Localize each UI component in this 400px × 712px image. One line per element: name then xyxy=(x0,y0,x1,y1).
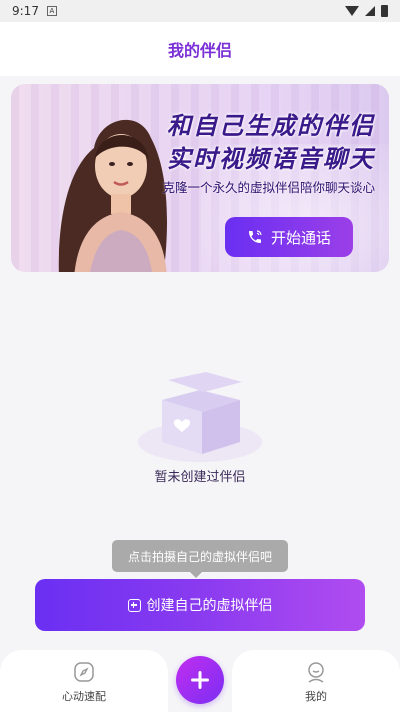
start-call-button[interactable]: 开始通话 xyxy=(225,217,353,257)
plus-icon xyxy=(191,671,209,689)
create-companion-button[interactable]: 创建自己的虚拟伴侣 xyxy=(35,579,365,631)
compass-icon xyxy=(74,662,94,682)
battery-icon xyxy=(381,5,388,17)
add-companion-fab[interactable] xyxy=(176,656,224,704)
tab-mine-label: 我的 xyxy=(305,690,327,703)
status-time: 9:17 xyxy=(12,4,39,18)
tab-heart-match-label: 心动速配 xyxy=(62,690,106,703)
banner-subtitle: 克隆一个永久的虚拟伴侣陪你聊天谈心 xyxy=(162,180,375,195)
plus-square-icon xyxy=(127,598,141,612)
phone-icon xyxy=(248,230,262,243)
empty-box-icon xyxy=(138,372,262,462)
tab-heart-match[interactable]: 心动速配 xyxy=(0,650,168,712)
start-call-label: 开始通话 xyxy=(270,228,331,247)
app-notification-icon: A xyxy=(46,6,57,16)
status-icons xyxy=(345,5,388,17)
page-title: 我的伴侣 xyxy=(167,41,232,60)
status-bar: 9:17 A xyxy=(0,0,400,22)
signal-icon xyxy=(365,6,375,16)
create-tooltip: 点击拍摄自己的虚拟伴侣吧 xyxy=(112,540,288,578)
banner-headline-2: 实时视频语音聊天 xyxy=(167,145,375,173)
wifi-icon xyxy=(345,6,359,16)
tab-mine[interactable]: 我的 xyxy=(232,650,400,712)
create-companion-label: 创建自己的虚拟伴侣 xyxy=(146,598,273,614)
profile-icon xyxy=(308,662,324,683)
promo-banner[interactable]: 和自己生成的伴侣 实时视频语音聊天 克隆一个永久的虚拟伴侣陪你聊天谈心 开始通话 xyxy=(11,84,389,272)
header: 我的伴侣 xyxy=(0,22,400,76)
banner-headline-1: 和自己生成的伴侣 xyxy=(167,112,375,140)
empty-state-text: 暂未创建过伴侣 xyxy=(154,470,246,485)
